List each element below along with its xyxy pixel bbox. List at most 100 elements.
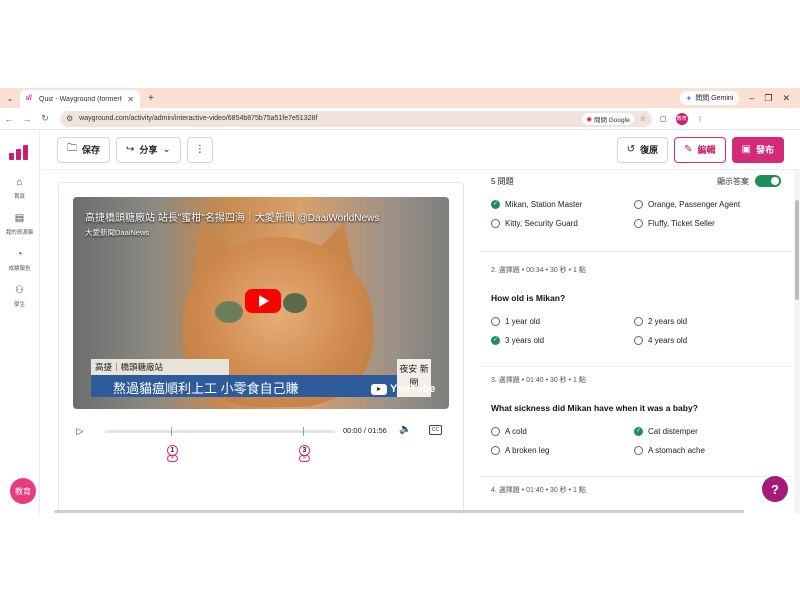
youtube-play-button[interactable] bbox=[245, 289, 281, 313]
option-label: A stomach ache bbox=[648, 446, 705, 455]
radio-icon bbox=[491, 427, 500, 436]
option: 4 years old bbox=[634, 336, 777, 345]
horizontal-scrollbar-thumb[interactable] bbox=[54, 510, 744, 513]
folder-icon: 🗀 bbox=[67, 143, 77, 154]
play-icon[interactable]: ▷ bbox=[73, 426, 87, 437]
radio-icon bbox=[634, 200, 643, 209]
google-lens-button[interactable]: ◉ 問問 Google bbox=[582, 112, 634, 125]
video-time: 00:00 / 01:56 bbox=[343, 426, 387, 435]
option-label: A cold bbox=[505, 427, 527, 436]
radio-icon bbox=[491, 219, 500, 228]
marker-close-icon: ✕ bbox=[299, 455, 310, 462]
scrollbar-thumb[interactable] bbox=[795, 200, 799, 300]
account-badge[interactable]: 教育 bbox=[10, 478, 36, 504]
nav-label-students: 學生 bbox=[13, 302, 25, 308]
correct-check-icon: ✓ bbox=[491, 336, 500, 345]
gemini-label: 問問 Gemini bbox=[695, 95, 734, 102]
volume-icon[interactable]: 🔈 bbox=[399, 424, 411, 435]
publish-icon: ▣ bbox=[741, 144, 751, 155]
show-answers-toggle[interactable] bbox=[755, 175, 781, 187]
option: A cold bbox=[491, 427, 634, 436]
option-label: 2 years old bbox=[648, 317, 688, 326]
help-button[interactable]: ? bbox=[762, 476, 788, 502]
site-info-icon[interactable]: ⚙ bbox=[66, 114, 73, 123]
close-window-icon[interactable]: ✕ bbox=[782, 93, 790, 104]
undo-icon: ↺ bbox=[626, 144, 636, 155]
more-options-button[interactable]: ⋮ bbox=[186, 136, 213, 163]
bookmark-star-icon[interactable]: ☆ bbox=[640, 115, 646, 123]
option-label: Fluffy, Ticket Seller bbox=[648, 219, 715, 228]
nav-item-library[interactable]: ▤ 我的資源庫 bbox=[6, 213, 34, 237]
youtube-logo[interactable]: YouTube bbox=[371, 383, 435, 395]
nav-item-students[interactable]: ⚇ 學生 bbox=[13, 285, 25, 309]
url-field[interactable]: ⚙ wayground.com/activity/admin/interacti… bbox=[60, 110, 652, 127]
cat-eye-right bbox=[283, 293, 307, 313]
wayground-logo[interactable] bbox=[8, 144, 31, 160]
video-channel[interactable]: 大愛新聞DaaiNews bbox=[85, 227, 149, 238]
option-label: 3 years old bbox=[505, 336, 545, 345]
tab-quiz[interactable]: ı// Quiz - Wayground (formerly Q ✕ bbox=[20, 90, 140, 108]
option-label: 4 years old bbox=[648, 336, 688, 345]
forward-icon[interactable]: → bbox=[18, 114, 36, 124]
home-icon: ⌂ bbox=[16, 177, 23, 188]
minimize-icon[interactable]: – bbox=[749, 93, 754, 103]
question-marker-3[interactable]: 3 ✕ bbox=[299, 445, 310, 462]
show-answers-control: 顯示答案 bbox=[717, 175, 781, 187]
video-title[interactable]: 高捷橋頭糖廠站 站長"蜜柑"名揚四海｜大愛新聞 @DaaiWorldNews bbox=[85, 209, 439, 224]
question-card-3[interactable]: 3. 選擇題 • 01:40 • 30 秒 • 1 點 What sicknes… bbox=[480, 367, 792, 477]
youtube-icon bbox=[371, 383, 387, 395]
video-timeline[interactable] bbox=[105, 427, 335, 436]
reload-icon[interactable]: ↻ bbox=[36, 113, 54, 124]
close-tab-icon[interactable]: ✕ bbox=[127, 95, 134, 104]
video-player[interactable]: 高捷橋頭糖廠站 站長"蜜柑"名揚四海｜大愛新聞 @DaaiWorldNews 大… bbox=[73, 197, 449, 409]
library-icon: ▤ bbox=[14, 213, 25, 224]
restore-button[interactable]: ↺ 復原 bbox=[616, 136, 669, 163]
browser-menu-icon[interactable]: ⋮ bbox=[697, 115, 704, 123]
video-panel: 高捷橋頭糖廠站 站長"蜜柑"名揚四海｜大愛新聞 @DaaiWorldNews 大… bbox=[58, 182, 464, 514]
tab-search-icon[interactable]: ⌄ bbox=[0, 94, 20, 103]
nav-item-reports[interactable]: ◔ 成績報告 bbox=[8, 249, 30, 273]
question-card-2[interactable]: 2. 選擇題 • 00:34 • 30 秒 • 1 點 How old is M… bbox=[480, 257, 792, 367]
option: A broken leg bbox=[491, 446, 634, 455]
publish-button[interactable]: ▣ 發布 bbox=[731, 136, 784, 163]
more-vertical-icon: ⋮ bbox=[194, 144, 205, 155]
horizontal-scrollbar[interactable] bbox=[50, 509, 795, 514]
radio-icon bbox=[491, 317, 500, 326]
back-icon[interactable]: ← bbox=[0, 114, 18, 124]
save-button[interactable]: 🗀 保存 bbox=[57, 136, 111, 163]
option: Kitty, Security Guard bbox=[491, 219, 634, 228]
report-icon: ◔ bbox=[16, 249, 23, 260]
restore-window-icon[interactable]: ❐ bbox=[764, 93, 772, 104]
question-marker-1[interactable]: 1 ✕ bbox=[167, 445, 178, 462]
new-tab-icon[interactable]: + bbox=[148, 93, 154, 104]
nav-item-home[interactable]: ⌂ 首頁 bbox=[14, 177, 25, 201]
correct-check-icon: ✓ bbox=[634, 427, 643, 436]
gemini-button[interactable]: ✦ 問問 Gemini bbox=[679, 91, 740, 105]
option-label: Kitty, Security Guard bbox=[505, 219, 578, 228]
marker-close-icon: ✕ bbox=[167, 455, 178, 462]
option: ✓ Cat distemper bbox=[634, 427, 777, 436]
option: 2 years old bbox=[634, 317, 777, 326]
lower-third-headline: 熬過貓瘟順利上工 小零食自己賺 bbox=[91, 375, 397, 397]
edit-button[interactable]: ✎ 編輯 bbox=[674, 136, 726, 163]
tab-title: Quiz - Wayground (formerly Q bbox=[39, 95, 123, 103]
students-icon: ⚇ bbox=[15, 285, 24, 296]
radio-icon bbox=[491, 446, 500, 455]
timeline-tick bbox=[171, 427, 172, 436]
extensions-icon[interactable]: ▢ bbox=[660, 115, 667, 123]
question-card-1[interactable]: ✓ Mikan, Station Master Orange, Passenger… bbox=[480, 198, 792, 252]
radio-icon bbox=[634, 219, 643, 228]
radio-icon bbox=[634, 336, 643, 345]
editor-toolbar: 🗀 保存 ↪ 分享 ⌄ ⋮ ↺ 復原 ✎ 編輯 ▣ 發布 bbox=[41, 130, 800, 170]
questions-scrollbar[interactable] bbox=[794, 170, 800, 514]
profile-avatar[interactable]: 教育 bbox=[675, 112, 688, 125]
radio-icon bbox=[634, 446, 643, 455]
options-grid: A cold ✓ Cat distemper A broken leg A sto… bbox=[491, 427, 781, 455]
publish-label: 發布 bbox=[755, 145, 774, 155]
option-label: Cat distemper bbox=[648, 427, 698, 436]
option: ✓ 3 years old bbox=[491, 336, 634, 345]
youtube-label: YouTube bbox=[390, 383, 436, 395]
captions-icon[interactable]: CC bbox=[429, 425, 442, 435]
share-button[interactable]: ↪ 分享 ⌄ bbox=[116, 136, 181, 163]
question-text: How old is Mikan? bbox=[491, 293, 566, 303]
